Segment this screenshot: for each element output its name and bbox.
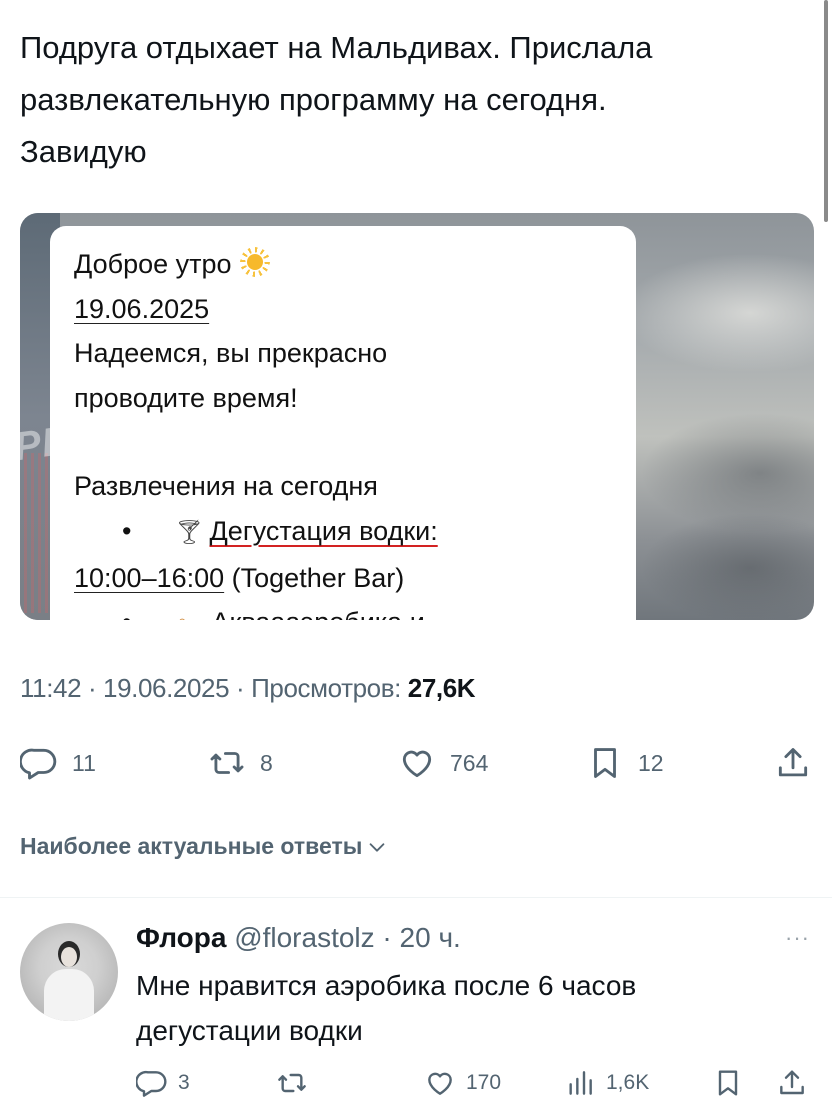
item-place: (Together Bar): [224, 562, 405, 593]
views-count[interactable]: 27,6K: [408, 673, 476, 703]
like-count: 764: [450, 749, 489, 776]
section-title: Развлечения на сегодня: [74, 471, 378, 502]
repost-icon: [210, 752, 244, 774]
item-time-link: 10:00–16:00: [74, 562, 225, 593]
separator: ·: [374, 922, 400, 953]
bookmark-icon: [594, 748, 616, 778]
reply-views-count: 1,6K: [606, 1071, 650, 1094]
post-actions: 11 8 764 12: [0, 742, 832, 784]
post-meta: 11:42 · 19.06.2025 · Просмотров: 27,6K: [20, 673, 476, 704]
reply-text: Мне нравится аэробика после 6 часов дегу…: [136, 963, 796, 1053]
reply-icon: [20, 748, 57, 780]
scrollbar[interactable]: [824, 0, 828, 222]
greeting-line: Доброе утро: [74, 242, 612, 287]
bookmark-icon: [718, 1070, 738, 1096]
post-text: Подруга отдыхает на Мальдивах. Прислала …: [20, 22, 810, 178]
separator: ·: [81, 673, 104, 703]
date-line: 19.06.2025: [74, 287, 612, 332]
cocktail-glass-icon: 🍸︎: [174, 518, 205, 546]
more-options-icon[interactable]: ···: [785, 925, 810, 951]
post-text-line: развлекательную программу на сегодня.: [20, 82, 607, 117]
avatar-face: [61, 947, 77, 967]
reply-text-line: Мне нравится аэробика после 6 часов: [136, 970, 637, 1001]
repost-count: 8: [260, 749, 273, 776]
separator: ·: [229, 673, 252, 703]
divider: [0, 897, 832, 898]
list-item: •♀ Акваааэробика и: [74, 600, 612, 620]
share-button[interactable]: [774, 742, 812, 784]
post-time[interactable]: 11:42: [20, 673, 82, 703]
reply-share-button[interactable]: [776, 1064, 808, 1102]
replies-sort-label: Наиболее актуальные ответы: [20, 833, 363, 859]
aqua-aerobics-icon: ♀: [174, 602, 204, 620]
repost-button[interactable]: 8: [208, 742, 273, 784]
share-icon: [778, 748, 808, 777]
reply-reply-button[interactable]: 3: [136, 1064, 190, 1102]
chevron-down-icon: [370, 842, 385, 852]
like-button[interactable]: 764: [398, 742, 488, 784]
reply-button[interactable]: 11: [20, 742, 96, 784]
reply-time[interactable]: 20 ч.: [400, 922, 461, 953]
share-icon: [780, 1070, 804, 1095]
analytics-icon: [569, 1071, 592, 1095]
sun-icon: [240, 247, 270, 277]
post-date[interactable]: 19.06.2025: [103, 673, 230, 703]
avatar-figure: [44, 969, 94, 1021]
bookmark-count: 12: [638, 749, 664, 776]
post-text-line: Завидую: [20, 134, 147, 169]
reply-author-name[interactable]: Флора: [136, 922, 226, 953]
background-cloud: [640, 513, 814, 620]
reply-views-button[interactable]: 1,6K: [564, 1064, 649, 1102]
heart-icon: [428, 1072, 452, 1095]
reply-count: 11: [72, 749, 96, 776]
heart-icon: [402, 750, 432, 778]
reply-author-handle[interactable]: @florastolz: [234, 922, 374, 953]
list-item: • 🍸︎ Дегустация водки:: [74, 509, 612, 556]
background-cloud: [620, 253, 814, 373]
reply-icon: [136, 1070, 167, 1097]
bookmark-button[interactable]: 12: [586, 742, 664, 784]
list-item-time: 10:00–16:00 (Together Bar): [74, 556, 612, 601]
replies-sort-dropdown[interactable]: Наиболее актуальные ответы: [20, 833, 388, 860]
repost-icon: [278, 1073, 306, 1093]
views-label: Просмотров:: [251, 673, 408, 703]
message-line: проводите время!: [74, 382, 298, 413]
reply-bookmark-button[interactable]: [712, 1064, 744, 1102]
greeting-text: Доброе утро: [74, 249, 232, 279]
message-bubble: Доброе утро 19.06.2025 Надеемся, вы прек…: [50, 226, 636, 620]
post-media-image[interactable]: РРиБ Доброе утро 19.06.2025 Надеемся, вы…: [20, 213, 814, 620]
item-title: Акваааэробика и: [212, 607, 425, 620]
reply-text-line: дегустации водки: [136, 1015, 363, 1046]
date-link: 19.06.2025: [74, 293, 210, 324]
reply-like-button[interactable]: 170: [424, 1064, 501, 1102]
bullet: •: [122, 515, 132, 546]
bullet: •: [74, 600, 174, 620]
reply-header: Флора @florastolz · 20 ч.: [136, 922, 461, 954]
reply-repost-button[interactable]: [276, 1064, 308, 1102]
message-line: Надеемся, вы прекрасно: [74, 338, 388, 369]
item-title: Дегустация водки:: [209, 515, 438, 546]
avatar[interactable]: [20, 923, 118, 1021]
reply-like-count: 170: [466, 1071, 502, 1094]
reply-reply-count: 3: [178, 1071, 190, 1094]
post-text-line: Подруга отдыхает на Мальдивах. Прислала: [20, 30, 653, 65]
reply-actions: 3 170 1,6K: [0, 1064, 832, 1102]
